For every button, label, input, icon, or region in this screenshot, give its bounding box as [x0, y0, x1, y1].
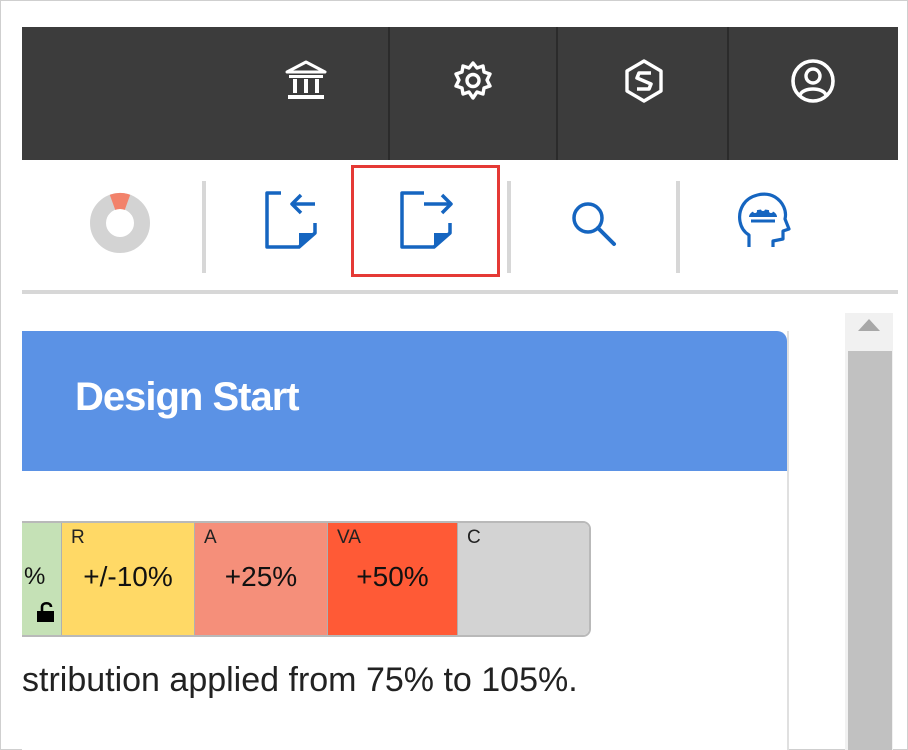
toolbar-divider	[22, 290, 898, 294]
divider	[388, 27, 390, 160]
head-gears-icon[interactable]	[730, 186, 796, 258]
toolbar-separator	[676, 181, 680, 273]
unlock-icon[interactable]	[36, 601, 58, 623]
scale-code: C	[467, 527, 481, 548]
scale-segment-green[interactable]: %	[22, 523, 62, 635]
card-title: Design Start	[75, 375, 300, 419]
scale-segment-a[interactable]: A +25%	[195, 523, 328, 635]
search-icon[interactable]	[562, 192, 624, 254]
scale-segment-c[interactable]: C	[458, 523, 589, 635]
scale-segment-va[interactable]: VA +50%	[328, 523, 458, 635]
import-icon[interactable]	[258, 186, 324, 258]
bank-icon[interactable]	[281, 56, 331, 106]
progress-donut-icon[interactable]	[87, 190, 153, 256]
divider	[556, 27, 558, 160]
distribution-description: stribution applied from 75% to 105%.	[22, 661, 578, 699]
toolbar-separator	[202, 181, 206, 273]
toolbar-separator	[507, 181, 511, 273]
integration-icon[interactable]	[619, 56, 669, 106]
gear-icon[interactable]	[448, 56, 498, 106]
user-account-icon[interactable]	[788, 56, 838, 106]
scroll-up-arrow[interactable]	[858, 319, 880, 331]
export-highlight-box	[351, 165, 500, 277]
divider	[727, 27, 729, 160]
scale-value: +50%	[356, 561, 429, 592]
card-header: Design Start	[22, 331, 787, 471]
scale-code: VA	[337, 527, 361, 548]
risk-scale: % R +/-10% A +25% VA +50% C	[22, 521, 591, 637]
scale-segment-r[interactable]: R +/-10%	[62, 523, 195, 635]
scale-value: +25%	[224, 561, 298, 592]
scale-value: %	[24, 563, 46, 590]
design-start-card: Design Start % R +/-10% A +25% VA +50% C	[22, 331, 789, 750]
scale-code: R	[71, 527, 85, 548]
scale-value: +/-10%	[83, 561, 173, 592]
scrollbar-thumb[interactable]	[848, 351, 892, 750]
scale-code: A	[204, 527, 217, 548]
